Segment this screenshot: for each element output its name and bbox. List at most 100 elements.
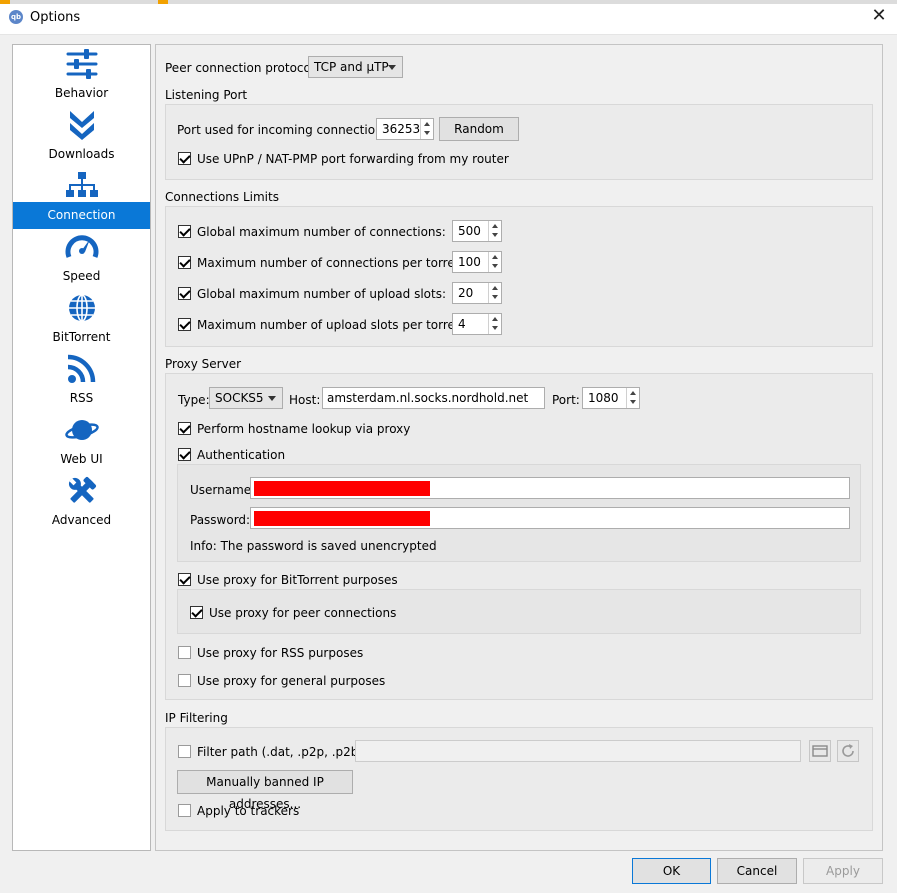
protocol-combo[interactable]: TCP and µTP: [308, 56, 403, 78]
general-proxy-label: Use proxy for general purposes: [197, 674, 386, 688]
spinner-arrows[interactable]: [626, 388, 639, 408]
sidebar-item-label: Advanced: [51, 513, 112, 527]
limit-checkbox[interactable]: [178, 287, 191, 300]
close-button[interactable]: ✕: [866, 6, 892, 28]
proxy-type-label: Type:: [178, 393, 210, 407]
random-port-button[interactable]: Random: [439, 117, 519, 141]
sidebar-item-speed[interactable]: Speed: [13, 228, 150, 289]
ok-button[interactable]: OK: [632, 858, 711, 884]
spinner-arrows[interactable]: [420, 119, 433, 139]
proxy-port-label: Port:: [552, 393, 580, 407]
proxy-server-title: Proxy Server: [165, 357, 242, 371]
chevron-down-icon: [268, 396, 276, 401]
upnp-checkbox[interactable]: [178, 152, 191, 165]
proxy-port-value: 1080: [588, 391, 619, 405]
tools-icon: [68, 476, 97, 503]
reload-filter-button[interactable]: [837, 740, 859, 762]
limit-value: 100: [458, 255, 481, 269]
sidebar-item-label: Web UI: [60, 452, 103, 466]
peer-proxy-group: Use proxy for peer connections: [177, 589, 861, 634]
rss-icon: [67, 354, 96, 383]
connection-limits-group: Global maximum number of connections: 50…: [165, 206, 873, 347]
connection-settings-panel: Peer connection protocol: TCP and µTP Li…: [155, 44, 883, 851]
limit-checkbox[interactable]: [178, 256, 191, 269]
banned-ips-button[interactable]: Manually banned IP addresses...: [177, 770, 353, 811]
protocol-label: Peer connection protocol:: [165, 61, 319, 75]
spinner-arrows[interactable]: [488, 252, 501, 272]
protocol-value: TCP and µTP: [314, 60, 389, 74]
port-spinbox[interactable]: 36253: [376, 118, 434, 140]
proxy-type-value: SOCKS5: [215, 391, 264, 405]
hostname-lookup-label: Perform hostname lookup via proxy: [197, 422, 411, 436]
spinner-arrows[interactable]: [488, 283, 501, 303]
background-tab-marker: [0, 0, 10, 4]
browse-folder-button[interactable]: [809, 740, 831, 762]
username-label: Username:: [190, 483, 256, 497]
filter-path-label: Filter path (.dat, .p2p, .p2b):: [197, 745, 368, 759]
limit-value: 500: [458, 224, 481, 238]
upnp-label: Use UPnP / NAT-PMP port forwarding from …: [197, 152, 509, 166]
proxy-type-combo[interactable]: SOCKS5: [209, 387, 283, 409]
limit-checkbox[interactable]: [178, 318, 191, 331]
limit-spinbox[interactable]: 20: [452, 282, 502, 304]
password-input[interactable]: [250, 507, 850, 529]
sidebar-item-downloads[interactable]: Downloads: [13, 106, 150, 167]
limit-value: 20: [458, 286, 474, 300]
ip-filtering-group: Filter path (.dat, .p2p, .p2b): Manually…: [165, 727, 873, 831]
spinner-arrows[interactable]: [488, 221, 501, 241]
authentication-checkbox[interactable]: [178, 448, 191, 461]
chevron-down-icon: [388, 65, 396, 70]
sidebar-item-advanced[interactable]: Advanced: [13, 472, 150, 533]
sidebar-item-bittorrent[interactable]: BitTorrent: [13, 289, 150, 350]
spinner-arrows[interactable]: [488, 314, 501, 334]
redacted-value: [254, 511, 430, 526]
sidebar-item-label: RSS: [69, 391, 94, 405]
apply-trackers-label: Apply to trackers: [197, 804, 300, 818]
network-icon: [66, 172, 98, 197]
general-proxy-checkbox[interactable]: [178, 674, 191, 687]
sidebar-item-label: Behavior: [54, 86, 109, 100]
password-label: Password:: [190, 513, 251, 527]
apply-trackers-checkbox[interactable]: [178, 804, 191, 817]
proxy-server-group: Type: SOCKS5 Host: amsterdam.nl.socks.no…: [165, 373, 873, 700]
limit-label: Global maximum number of upload slots:: [197, 287, 447, 301]
connection-limits-title: Connections Limits: [165, 190, 279, 204]
filter-path-checkbox[interactable]: [178, 745, 191, 758]
proxy-port-spinbox[interactable]: 1080: [582, 387, 640, 409]
title-bar: qb Options ✕: [0, 0, 897, 35]
sidebar-item-label: Connection: [13, 202, 150, 229]
sidebar-item-connection[interactable]: Connection: [13, 167, 150, 229]
hostname-lookup-checkbox[interactable]: [178, 422, 191, 435]
options-sidebar: Behavior Downloads Connection Speed BitT…: [12, 44, 151, 851]
ip-filtering-title: IP Filtering: [165, 711, 228, 725]
apply-button[interactable]: Apply: [803, 858, 883, 884]
authentication-label: Authentication: [197, 448, 286, 462]
rss-proxy-checkbox[interactable]: [178, 646, 191, 659]
double-chevron-down-icon: [70, 111, 94, 140]
limit-spinbox[interactable]: 4: [452, 313, 502, 335]
filter-path-input[interactable]: [355, 740, 801, 762]
rss-proxy-label: Use proxy for RSS purposes: [197, 646, 364, 660]
limit-checkbox[interactable]: [178, 225, 191, 238]
sliders-icon: [66, 49, 98, 79]
sidebar-item-behavior[interactable]: Behavior: [13, 45, 150, 106]
port-label: Port used for incoming connections:: [177, 123, 393, 137]
limit-spinbox[interactable]: 500: [452, 220, 502, 242]
listening-port-group: Port used for incoming connections: 3625…: [165, 104, 873, 180]
limit-label: Maximum number of upload slots per torre…: [197, 318, 472, 332]
sidebar-item-webui[interactable]: Web UI: [13, 411, 150, 472]
limit-spinbox[interactable]: 100: [452, 251, 502, 273]
port-value: 36253: [382, 122, 421, 136]
speedometer-icon: [65, 235, 99, 258]
bittorrent-proxy-checkbox[interactable]: [178, 573, 191, 586]
limit-label: Global maximum number of connections:: [197, 225, 446, 239]
proxy-host-input[interactable]: amsterdam.nl.socks.nordhold.net: [322, 387, 545, 409]
bittorrent-proxy-label: Use proxy for BitTorrent purposes: [197, 573, 398, 587]
cancel-button[interactable]: Cancel: [717, 858, 797, 884]
planet-icon: [65, 420, 99, 440]
globe-icon: [69, 294, 95, 322]
peer-proxy-checkbox[interactable]: [190, 606, 203, 619]
username-input[interactable]: [250, 477, 850, 499]
redacted-value: [254, 481, 430, 496]
sidebar-item-rss[interactable]: RSS: [13, 350, 150, 411]
